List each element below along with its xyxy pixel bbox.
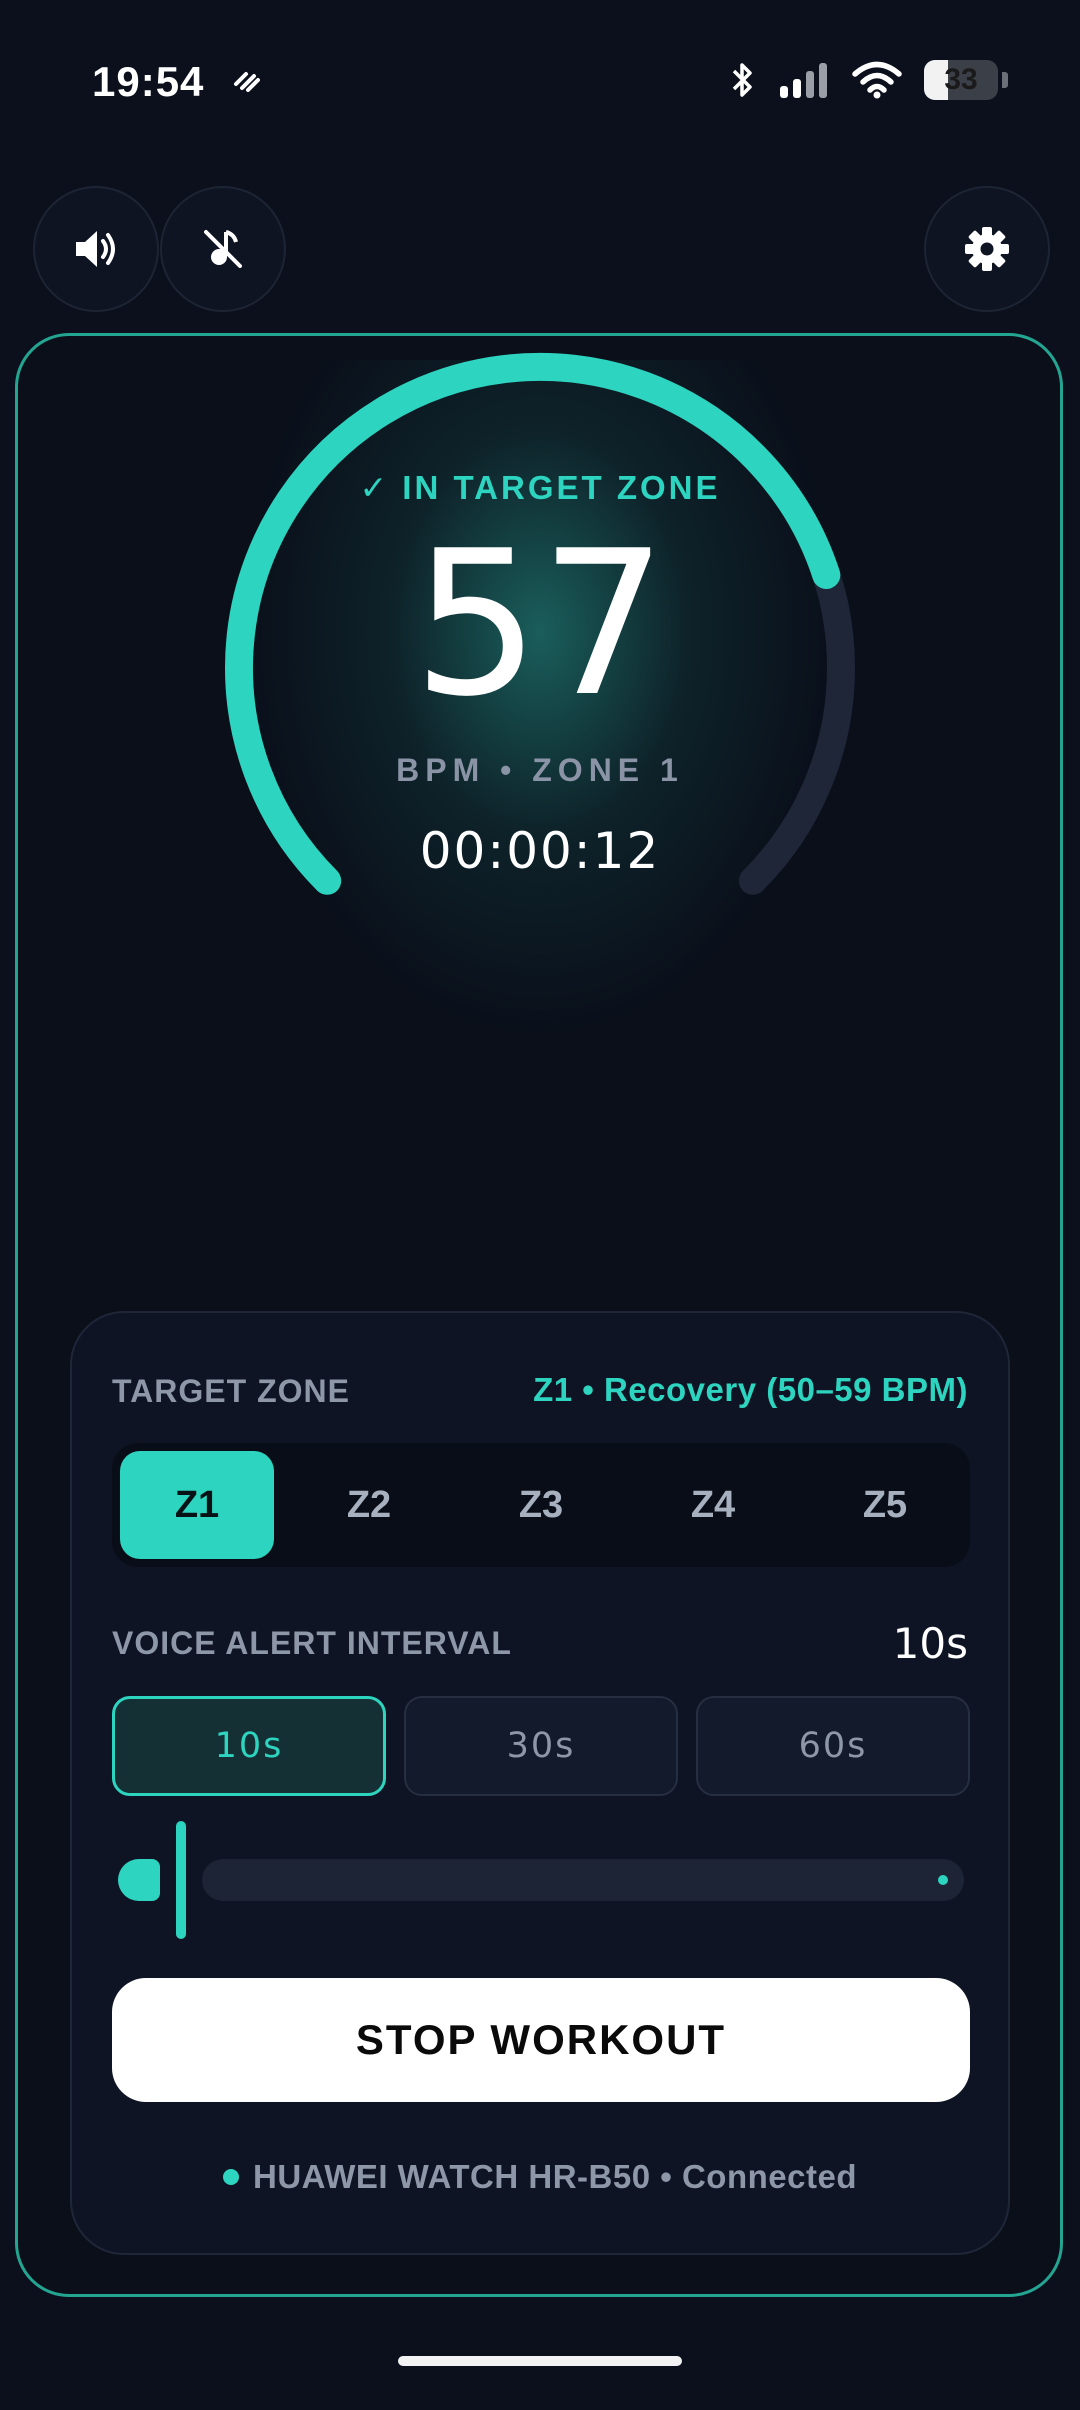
elapsed-timer: 00:00:12: [419, 822, 661, 880]
zone-button-z5[interactable]: Z5: [808, 1451, 962, 1559]
target-zone-label: TARGET ZONE: [112, 1373, 350, 1409]
zone-button-z3[interactable]: Z3: [464, 1451, 618, 1559]
interval-slider-fill: [118, 1859, 160, 1901]
voice-alert-label: VOICE ALERT INTERVAL: [112, 1625, 512, 1661]
stop-workout-button[interactable]: STOP WORKOUT: [112, 1978, 970, 2102]
voice-alert-value: 10s: [892, 1619, 968, 1668]
device-status-text: HUAWEI WATCH HR-B50 • Connected: [253, 2158, 857, 2195]
interval-slider-thumb[interactable]: [176, 1821, 186, 1939]
zone-status: ✓ IN TARGET ZONE: [359, 469, 721, 506]
slider-end-dot: [938, 1875, 948, 1885]
home-indicator[interactable]: [398, 2356, 682, 2366]
interval-slider-track[interactable]: [202, 1859, 964, 1901]
zone-button-z2[interactable]: Z2: [292, 1451, 446, 1559]
target-zone-description: Z1 • Recovery (50–59 BPM): [533, 1371, 968, 1408]
interval-button-10s[interactable]: 10s: [112, 1696, 386, 1796]
bpm-zone-label: BPM • ZONE 1: [396, 752, 684, 788]
connection-dot-icon: [223, 2169, 240, 2185]
interval-button-60s[interactable]: 60s: [696, 1696, 970, 1796]
zone-button-z1[interactable]: Z1: [120, 1451, 274, 1559]
device-status: HUAWEI WATCH HR-B50 • Connected: [72, 2158, 1008, 2196]
zone-selector: Z1 Z2 Z3 Z4 Z5: [112, 1443, 970, 1567]
controls-panel: TARGET ZONE Z1 • Recovery (50–59 BPM) Z1…: [70, 1311, 1010, 2255]
interval-button-30s[interactable]: 30s: [404, 1696, 678, 1796]
bpm-value: 57: [412, 508, 668, 741]
zone-button-z4[interactable]: Z4: [636, 1451, 790, 1559]
